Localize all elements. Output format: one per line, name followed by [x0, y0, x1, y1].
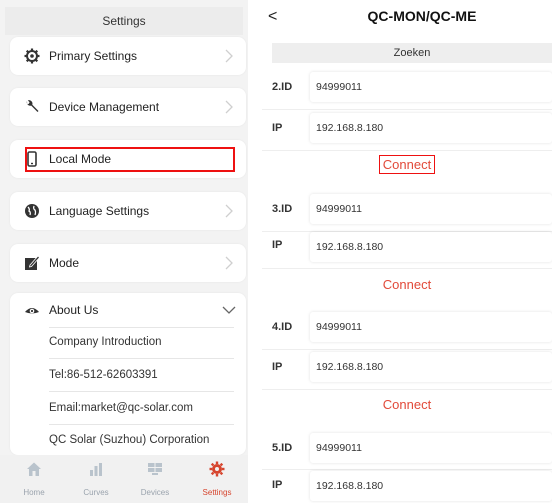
divider: [262, 109, 552, 110]
device-ip-label: IP: [272, 122, 283, 134]
connect-button[interactable]: Connect: [262, 397, 552, 412]
mode-icon: [25, 255, 40, 270]
tab-label: Devices: [140, 488, 170, 497]
divider: [49, 391, 234, 392]
local-mode-highlight: [25, 147, 235, 172]
tab-label: Home: [23, 488, 45, 497]
tab-settings[interactable]: Settings: [186, 455, 248, 503]
chevron-down-icon: [222, 306, 236, 314]
bottom-tab-bar: Home Curves Devices Settings: [0, 455, 248, 503]
device-id-field[interactable]: 94999011: [310, 72, 552, 102]
device-ip-label: IP: [272, 479, 283, 491]
menu-label: About Us: [49, 303, 99, 317]
page-title: QC-MON/QC-ME: [367, 8, 477, 24]
connect-button[interactable]: Connect: [262, 155, 552, 174]
local-mode-panel: < QC-MON/QC-ME Zoeken 2.ID 94999011 IP 1…: [262, 0, 552, 503]
menu-item-device-management[interactable]: Device Management: [10, 88, 246, 126]
settings-panel: Settings Primary Settings Device Managem…: [0, 0, 248, 503]
settings-gear-icon: [209, 461, 225, 477]
search-button[interactable]: Zoeken: [272, 43, 552, 63]
menu-label: Mode: [49, 256, 80, 270]
chevron-right-icon: [225, 49, 233, 63]
home-icon: [27, 462, 41, 476]
devices-icon: [148, 463, 162, 475]
divider: [49, 424, 234, 425]
eye-icon: [25, 308, 39, 314]
globe-icon: [25, 204, 39, 218]
connect-label: Connect: [378, 155, 436, 174]
curves-icon: [90, 463, 102, 476]
device-id-field[interactable]: 94999011: [310, 312, 552, 342]
device-id-field[interactable]: 94999011: [310, 433, 552, 463]
device-ip-label: IP: [272, 361, 283, 373]
device-id-field[interactable]: 94999011: [310, 194, 552, 224]
device-id-label: 2.ID: [272, 81, 293, 93]
about-tel[interactable]: Tel:86-512-62603391: [49, 369, 158, 381]
gear-icon: [24, 48, 40, 64]
divider: [262, 349, 552, 350]
device-ip-label: IP: [272, 239, 283, 251]
menu-label: Primary Settings: [49, 49, 138, 63]
top-bar: < QC-MON/QC-ME: [262, 0, 552, 36]
wrench-icon: [26, 100, 39, 112]
tab-home[interactable]: Home: [3, 455, 65, 503]
tab-curves[interactable]: Curves: [65, 455, 127, 503]
divider: [262, 268, 552, 269]
divider: [262, 150, 552, 151]
tab-devices[interactable]: Devices: [124, 455, 186, 503]
menu-label: Device Management: [49, 100, 160, 114]
about-us-section: About Us Company Introduction Tel:86-512…: [10, 293, 246, 455]
back-button[interactable]: <: [268, 8, 282, 26]
connect-button[interactable]: Connect: [262, 277, 552, 292]
about-company-name: QC Solar (Suzhou) Corporation: [49, 434, 210, 446]
menu-item-language-settings[interactable]: Language Settings: [10, 192, 246, 230]
menu-label: Language Settings: [49, 204, 150, 218]
device-ip-field[interactable]: 192.168.8.180: [310, 232, 552, 262]
divider: [49, 358, 234, 359]
tab-label: Curves: [83, 488, 109, 497]
device-ip-field[interactable]: 192.168.8.180: [310, 471, 552, 501]
about-us-header[interactable]: About Us: [10, 293, 246, 327]
chevron-right-icon: [225, 256, 233, 270]
device-id-label: 3.ID: [272, 203, 293, 215]
device-id-label: 5.ID: [272, 442, 293, 454]
menu-item-primary-settings[interactable]: Primary Settings: [10, 37, 246, 75]
chevron-right-icon: [225, 204, 233, 218]
divider: [262, 469, 552, 470]
about-email[interactable]: Email:market@qc-solar.com: [49, 402, 193, 414]
divider: [262, 389, 552, 390]
device-id-label: 4.ID: [272, 321, 293, 333]
menu-item-mode[interactable]: Mode: [10, 244, 246, 282]
settings-header: Settings: [5, 7, 243, 35]
tab-label: Settings: [202, 488, 232, 497]
device-ip-field[interactable]: 192.168.8.180: [310, 352, 552, 382]
chevron-right-icon: [225, 100, 233, 114]
divider: [49, 327, 234, 328]
about-company-introduction[interactable]: Company Introduction: [49, 336, 162, 348]
device-ip-field[interactable]: 192.168.8.180: [310, 113, 552, 143]
